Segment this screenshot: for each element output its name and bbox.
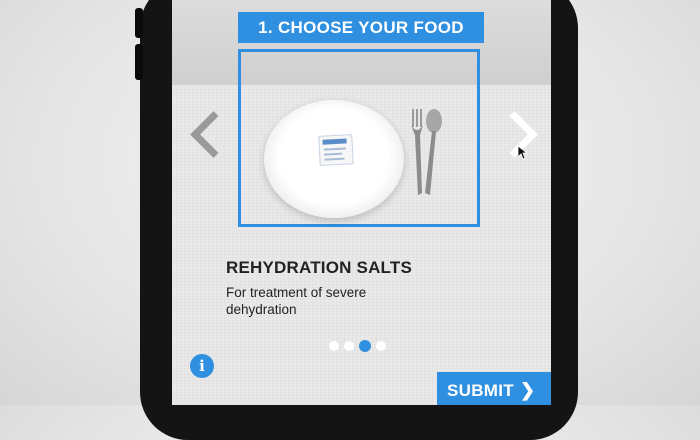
pagination-dots [329,337,391,352]
food-description: For treatment of severe dehydration [226,285,367,317]
phone-side-button [135,8,143,38]
spoon-icon [425,109,442,195]
info-button[interactable]: i [190,354,214,378]
submit-button[interactable]: SUBMIT ❯ [437,372,551,405]
phone-side-button [135,44,143,80]
cutlery-image [411,109,442,195]
chevron-right-icon: ❯ [519,380,536,400]
packet-text-line [324,152,343,156]
packet-text-line [323,147,346,151]
mouse-pointer-icon [518,146,528,160]
packet-text-line [324,157,345,161]
pagination-dot[interactable] [344,340,354,351]
packet-label-band [322,138,347,145]
info-icon: i [199,357,205,375]
submit-label: SUBMIT [447,381,514,400]
food-selection-frame[interactable] [238,49,480,227]
food-name: REHYDRATION SALTS [226,258,412,277]
step-title: 1. CHOOSE YOUR FOOD [238,12,484,43]
pagination-dot[interactable] [376,340,386,351]
plate-image [264,100,404,218]
fork-icon [411,109,423,195]
rehydration-salts-packet [318,134,354,166]
app-screen: 1. CHOOSE YOUR FOOD REHYDRATION SALTS Fo… [172,0,551,405]
pagination-dot-active[interactable] [359,339,371,352]
pagination-dot[interactable] [329,340,339,351]
